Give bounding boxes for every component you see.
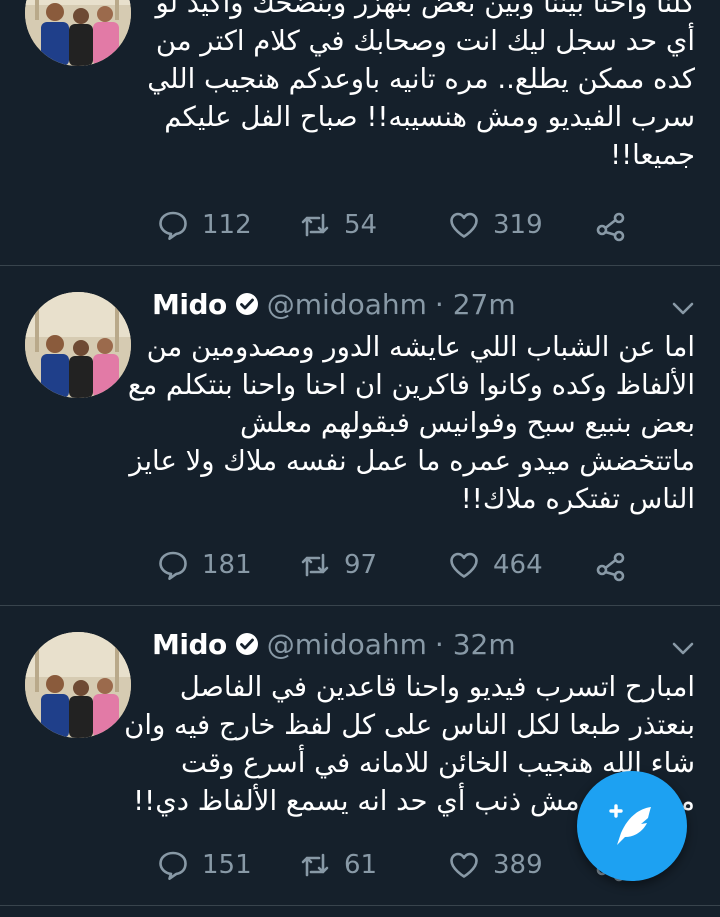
- tweet-header: Mido @midoahm · 32m: [152, 626, 516, 662]
- share-button[interactable]: [594, 207, 628, 243]
- tweet-text-line: بنعتذر طبعا لكل الناس على كل لفظ خارج في…: [124, 709, 695, 741]
- reply-icon: [159, 851, 187, 880]
- tweet-text-line: بعض بنبيع سبح وفوانيس فبقولهم معلش: [240, 407, 695, 439]
- retweet-count: 54: [344, 210, 378, 240]
- author-name[interactable]: Mido: [152, 288, 227, 321]
- tweet-text-line: كده ممكن يطلع.. مره تانيه باوعدكم هنجيب …: [147, 63, 695, 95]
- retweet-icon: [301, 853, 329, 877]
- tweet-text: كلنا واحنا بيننا وبين بعض بنهزر وبنضحك و…: [147, 0, 695, 174]
- reply-button[interactable]: 181: [156, 547, 252, 583]
- tweet-actions: 181 97 464: [0, 547, 720, 583]
- tweet-header: Mido @midoahm · 27m: [152, 286, 516, 322]
- tweet-text-line: امبارح اتسرب فيديو واحنا قاعدين في الفاص…: [179, 671, 695, 703]
- share-icon: [596, 212, 625, 242]
- reply-count: 151: [202, 850, 252, 880]
- author-handle[interactable]: @midoahm: [267, 288, 427, 321]
- tweet-text-line: كلنا واحنا بيننا وبين بعض بنهزر وبنضحك و…: [155, 0, 695, 19]
- tweet-text-line: أي حد سجل ليك انت وصحابك في كلام اكتر من: [155, 25, 695, 57]
- reply-button[interactable]: 151: [156, 847, 252, 883]
- avatar[interactable]: [25, 0, 131, 66]
- retweet-icon: [301, 213, 329, 237]
- tweet-text-line: اما عن الشباب اللي عايشه الدور ومصدومين …: [146, 331, 695, 363]
- chevron-down-icon[interactable]: [672, 302, 694, 316]
- tweet-timestamp[interactable]: · 27m: [435, 288, 516, 321]
- author-name[interactable]: Mido: [152, 628, 227, 661]
- tweet-timestamp[interactable]: · 32m: [435, 628, 516, 661]
- verified-badge-icon: [235, 293, 258, 315]
- reply-count: 181: [202, 550, 252, 580]
- like-button[interactable]: 464: [447, 547, 543, 583]
- like-button[interactable]: 389: [447, 847, 543, 883]
- tweet-text-line: سرب الفيديو ومش هنسيبه!! صباح الفل عليكم: [164, 101, 695, 133]
- avatar-photo: [25, 0, 131, 66]
- heart-icon: [450, 212, 478, 238]
- retweet-button[interactable]: 54: [298, 207, 377, 243]
- tweet-actions: 112 54 319: [0, 207, 720, 243]
- retweet-icon: [301, 553, 329, 577]
- avatar-photo: [25, 632, 131, 738]
- like-button[interactable]: 319: [447, 207, 543, 243]
- heart-icon: [450, 552, 478, 578]
- share-icon: [596, 552, 625, 582]
- retweet-button[interactable]: 97: [298, 547, 377, 583]
- tweet-text: اما عن الشباب اللي عايشه الدور ومصدومين …: [127, 328, 695, 518]
- retweet-count: 97: [344, 550, 378, 580]
- reply-count: 112: [202, 210, 252, 240]
- author-handle[interactable]: @midoahm: [267, 628, 427, 661]
- tweet-text-line: جميعا!!: [610, 139, 695, 171]
- share-button[interactable]: [594, 547, 628, 583]
- like-count: 319: [493, 210, 543, 240]
- compose-tweet-button[interactable]: [577, 771, 687, 881]
- tweet-text-line: الناس تفتكره ملاك!!: [460, 483, 695, 515]
- avatar-photo: [25, 292, 131, 398]
- tweet[interactable]: كلنا واحنا بيننا وبين بعض بنهزر وبنضحك و…: [0, 0, 720, 266]
- compose-tweet-icon: [609, 804, 651, 845]
- avatar[interactable]: [25, 632, 131, 738]
- reply-icon: [159, 551, 187, 580]
- heart-icon: [450, 852, 478, 878]
- retweet-count: 61: [344, 850, 378, 880]
- reply-icon: [159, 211, 187, 240]
- like-count: 389: [493, 850, 543, 880]
- avatar[interactable]: [25, 292, 131, 398]
- chevron-down-icon[interactable]: [672, 642, 694, 656]
- tweet[interactable]: Mido @midoahm · 27m اما عن الشباب اللي ع…: [0, 266, 720, 606]
- tweet-text-line: ماتتخضش ميدو عمره ما عمل نفسه ملاك ولا ع…: [129, 445, 695, 477]
- tweet-text-line: الألفاظ وكده وكانوا فاكرين ان احنا واحنا…: [127, 369, 695, 401]
- like-count: 464: [493, 550, 543, 580]
- reply-button[interactable]: 112: [156, 207, 252, 243]
- retweet-button[interactable]: 61: [298, 847, 377, 883]
- verified-badge-icon: [235, 633, 258, 655]
